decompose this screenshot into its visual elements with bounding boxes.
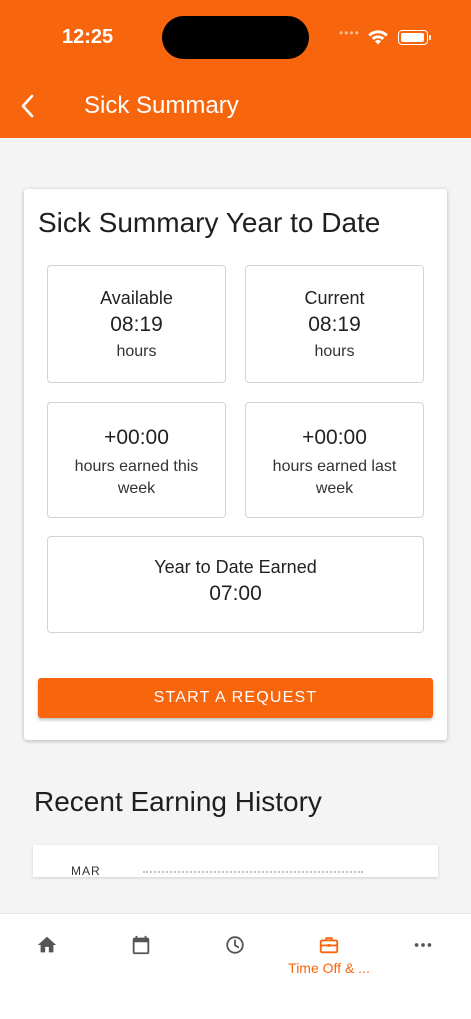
current-label: Current xyxy=(304,288,365,308)
tab-time-off[interactable]: Time Off & ... xyxy=(282,914,376,984)
history-month: MAR xyxy=(71,864,101,877)
ytd-earned-value: 07:00 xyxy=(209,582,262,605)
available-value: 08:19 xyxy=(110,313,163,336)
more-icon xyxy=(414,943,432,947)
sick-summary-card: Sick Summary Year to Date Available 08:1… xyxy=(24,189,447,740)
available-unit: hours xyxy=(116,343,157,360)
earned-this-week-tile: +00:00 hours earned this week xyxy=(47,402,226,518)
current-unit: hours xyxy=(314,343,355,360)
history-list-item[interactable]: MAR xyxy=(33,845,438,877)
wifi-icon xyxy=(368,30,388,45)
calendar-icon xyxy=(132,935,150,955)
available-tile: Available 08:19 hours xyxy=(47,265,226,383)
clock-icon xyxy=(226,936,244,954)
earned-last-week-tile: +00:00 hours earned last week xyxy=(245,402,424,518)
earned-this-week-label: hours earned this week xyxy=(74,458,199,497)
chevron-left-icon xyxy=(21,94,34,118)
dynamic-island xyxy=(162,16,309,59)
tab-time-off-label: Time Off & ... xyxy=(288,960,370,976)
start-request-button[interactable]: START A REQUEST xyxy=(38,678,433,718)
tab-calendar[interactable] xyxy=(94,914,188,984)
page-title: Sick Summary xyxy=(84,92,239,119)
tab-home[interactable] xyxy=(0,914,94,984)
earned-this-week-value: +00:00 xyxy=(104,426,169,449)
status-time: 12:25 xyxy=(62,26,114,48)
tab-clock[interactable] xyxy=(188,914,282,984)
battery-icon xyxy=(398,30,431,45)
tab-more[interactable] xyxy=(376,914,470,984)
home-icon xyxy=(37,936,57,953)
available-label: Available xyxy=(100,288,173,308)
earned-last-week-label: hours earned last week xyxy=(272,458,397,497)
bottom-tab-bar: Time Off & ... xyxy=(0,913,471,1019)
current-value: 08:19 xyxy=(308,313,361,336)
signal-icon: •••• xyxy=(339,26,360,40)
earned-last-week-value: +00:00 xyxy=(302,426,367,449)
summary-title: Sick Summary Year to Date xyxy=(38,207,381,238)
ytd-earned-label: Year to Date Earned xyxy=(154,557,317,577)
ytd-earned-tile: Year to Date Earned 07:00 xyxy=(47,536,424,633)
back-button[interactable] xyxy=(12,88,42,124)
briefcase-icon xyxy=(319,937,339,954)
history-title: Recent Earning History xyxy=(34,786,322,817)
current-tile: Current 08:19 hours xyxy=(245,265,424,383)
history-text-cutoff xyxy=(143,871,363,877)
app-header: 12:25 •••• Sick Summary xyxy=(0,0,471,138)
